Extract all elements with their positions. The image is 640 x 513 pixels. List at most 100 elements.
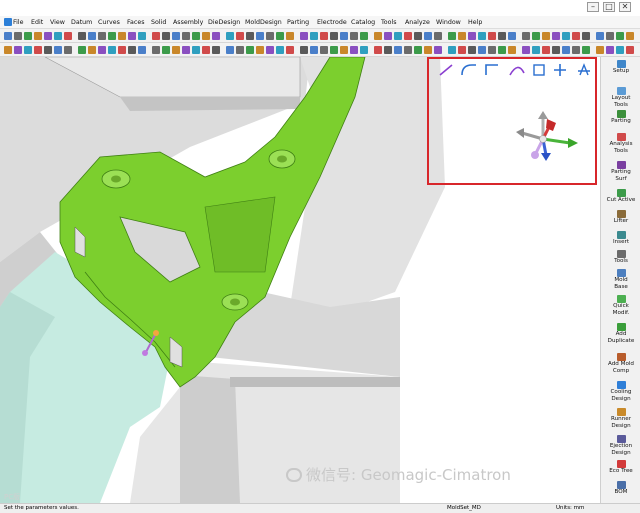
panel-item-parting[interactable]: Parting bbox=[601, 110, 640, 125]
toolbar-tool-icon[interactable] bbox=[374, 46, 382, 54]
panel-item-quick-modify[interactable]: Quick Modif. bbox=[601, 295, 640, 317]
toolbar-tool-icon[interactable] bbox=[34, 32, 42, 40]
toolbar-tool-icon[interactable] bbox=[374, 32, 382, 40]
panel-item-ejection-design[interactable]: Ejection Design bbox=[601, 435, 640, 457]
panel-item-mold-base[interactable]: Mold Base bbox=[601, 269, 640, 291]
toolbar-tool-icon[interactable] bbox=[626, 46, 634, 54]
toolbar-tool-icon[interactable] bbox=[394, 46, 402, 54]
panel-item-insert[interactable]: Insert bbox=[601, 231, 640, 246]
toolbar-tool-icon[interactable] bbox=[414, 46, 422, 54]
toolbar-tool-icon[interactable] bbox=[162, 32, 170, 40]
toolbar-tool-icon[interactable] bbox=[108, 46, 116, 54]
panel-item-cut-active[interactable]: Cut Active bbox=[601, 189, 640, 204]
toolbar-tool-icon[interactable] bbox=[606, 46, 614, 54]
menu-electrode[interactable]: Electrode bbox=[317, 18, 347, 27]
toolbar-tool-icon[interactable] bbox=[246, 46, 254, 54]
toolbar-tool-icon[interactable] bbox=[404, 32, 412, 40]
minimize-button[interactable]: – bbox=[587, 2, 599, 12]
panel-item-tools[interactable]: Tools bbox=[601, 250, 640, 265]
toolbar-tool-icon[interactable] bbox=[562, 32, 570, 40]
toolbar-tool-icon[interactable] bbox=[468, 32, 476, 40]
toolbar-tool-icon[interactable] bbox=[562, 46, 570, 54]
toolbar-tool-icon[interactable] bbox=[54, 32, 62, 40]
toolbar-tool-icon[interactable] bbox=[212, 46, 220, 54]
toolbar-tool-icon[interactable] bbox=[138, 32, 146, 40]
toolbar-tool-icon[interactable] bbox=[44, 46, 52, 54]
toolbar-tool-icon[interactable] bbox=[182, 32, 190, 40]
toolbar-tool-icon[interactable] bbox=[256, 46, 264, 54]
menu-parting[interactable]: Parting bbox=[287, 18, 309, 27]
toolbar-tool-icon[interactable] bbox=[256, 32, 264, 40]
menu-solid[interactable]: Solid bbox=[151, 18, 166, 27]
toolbar-tool-icon[interactable] bbox=[14, 32, 22, 40]
panel-item-eco-tree[interactable]: Eco Tree bbox=[601, 460, 640, 475]
panel-item-layout-tools[interactable]: Layout Tools bbox=[601, 87, 640, 109]
toolbar-tool-icon[interactable] bbox=[162, 46, 170, 54]
toolbar-tool-icon[interactable] bbox=[330, 46, 338, 54]
toolbar-tool-icon[interactable] bbox=[152, 32, 160, 40]
toolbar-tool-icon[interactable] bbox=[64, 46, 72, 54]
toolbar-tool-icon[interactable] bbox=[64, 32, 72, 40]
menu-catalog[interactable]: Catalog bbox=[351, 18, 375, 27]
toolbar-tool-icon[interactable] bbox=[118, 32, 126, 40]
menu-edit[interactable]: Edit bbox=[31, 18, 43, 27]
toolbar-tool-icon[interactable] bbox=[478, 46, 486, 54]
toolbar-tool-icon[interactable] bbox=[414, 32, 422, 40]
toolbar-tool-icon[interactable] bbox=[320, 46, 328, 54]
toolbar-tool-icon[interactable] bbox=[424, 32, 432, 40]
toolbar-tool-icon[interactable] bbox=[14, 46, 22, 54]
toolbar-tool-icon[interactable] bbox=[488, 46, 496, 54]
toolbar-tool-icon[interactable] bbox=[88, 46, 96, 54]
toolbar-tool-icon[interactable] bbox=[350, 46, 358, 54]
toolbar-tool-icon[interactable] bbox=[78, 32, 86, 40]
menu-datum[interactable]: Datum bbox=[71, 18, 92, 27]
toolbar-tool-icon[interactable] bbox=[226, 32, 234, 40]
toolbar-tool-icon[interactable] bbox=[24, 46, 32, 54]
toolbar-tool-icon[interactable] bbox=[508, 46, 516, 54]
toolbar-tool-icon[interactable] bbox=[108, 32, 116, 40]
toolbar-tool-icon[interactable] bbox=[582, 46, 590, 54]
toolbar-tool-icon[interactable] bbox=[596, 46, 604, 54]
toolbar-tool-icon[interactable] bbox=[152, 46, 160, 54]
toolbar-tool-icon[interactable] bbox=[394, 32, 402, 40]
toolbar-tool-icon[interactable] bbox=[172, 32, 180, 40]
toolbar-tool-icon[interactable] bbox=[616, 46, 624, 54]
toolbar-tool-icon[interactable] bbox=[360, 46, 368, 54]
toolbar-tool-icon[interactable] bbox=[340, 32, 348, 40]
menu-window[interactable]: Window bbox=[436, 18, 461, 27]
toolbar-tool-icon[interactable] bbox=[572, 46, 580, 54]
toolbar-tool-icon[interactable] bbox=[24, 32, 32, 40]
menu-help[interactable]: Help bbox=[468, 18, 482, 27]
toolbar-tool-icon[interactable] bbox=[582, 32, 590, 40]
toolbar-tool-icon[interactable] bbox=[360, 32, 368, 40]
toolbar-tool-icon[interactable] bbox=[286, 32, 294, 40]
toolbar-tool-icon[interactable] bbox=[202, 46, 210, 54]
panel-item-add-duplicate[interactable]: Add Duplicate bbox=[601, 323, 640, 345]
toolbar-tool-icon[interactable] bbox=[384, 32, 392, 40]
toolbar-tool-icon[interactable] bbox=[552, 32, 560, 40]
toolbar-tool-icon[interactable] bbox=[616, 32, 624, 40]
toolbar-tool-icon[interactable] bbox=[532, 46, 540, 54]
toolbar-tool-icon[interactable] bbox=[172, 46, 180, 54]
toolbar-tool-icon[interactable] bbox=[626, 32, 634, 40]
toolbar-tool-icon[interactable] bbox=[522, 32, 530, 40]
toolbar-tool-icon[interactable] bbox=[4, 32, 12, 40]
toolbar-tool-icon[interactable] bbox=[276, 46, 284, 54]
toolbar-tool-icon[interactable] bbox=[286, 46, 294, 54]
toolbar-tool-icon[interactable] bbox=[330, 32, 338, 40]
panel-item-add-mold-comp[interactable]: Add Mold Comp bbox=[601, 353, 640, 375]
close-button[interactable]: ✕ bbox=[619, 2, 631, 12]
toolbar-tool-icon[interactable] bbox=[522, 46, 530, 54]
toolbar-tool-icon[interactable] bbox=[226, 46, 234, 54]
toolbar-tool-icon[interactable] bbox=[478, 32, 486, 40]
menu-tools[interactable]: Tools bbox=[381, 18, 397, 27]
toolbar-tool-icon[interactable] bbox=[448, 46, 456, 54]
toolbar-tool-icon[interactable] bbox=[88, 32, 96, 40]
toolbar-tool-icon[interactable] bbox=[34, 46, 42, 54]
panel-item-runner-design[interactable]: Runner Design bbox=[601, 408, 640, 430]
toolbar-tool-icon[interactable] bbox=[138, 46, 146, 54]
toolbar-tool-icon[interactable] bbox=[350, 32, 358, 40]
toolbar-tool-icon[interactable] bbox=[458, 46, 466, 54]
toolbar-tool-icon[interactable] bbox=[552, 46, 560, 54]
toolbar-tool-icon[interactable] bbox=[498, 32, 506, 40]
